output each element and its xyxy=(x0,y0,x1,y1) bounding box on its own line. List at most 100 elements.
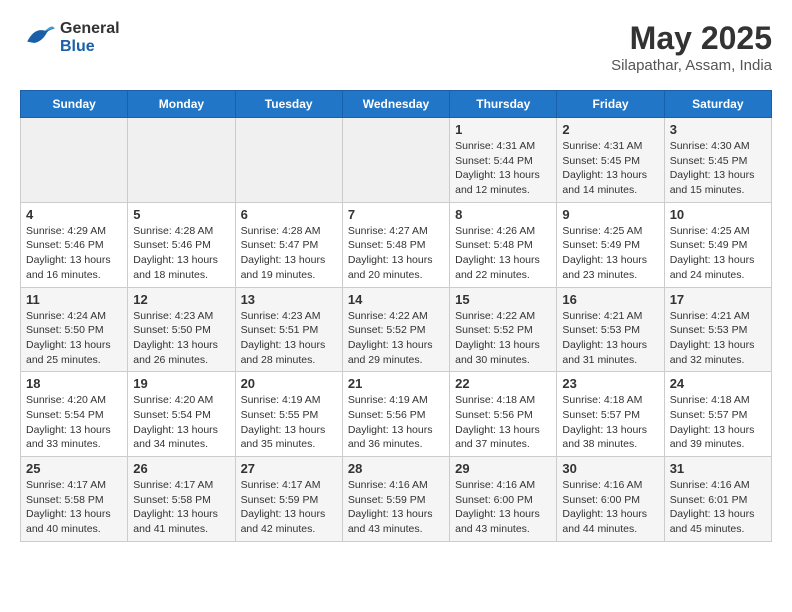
day-number: 25 xyxy=(26,461,122,476)
day-info: Sunrise: 4:16 AMSunset: 6:01 PMDaylight:… xyxy=(670,478,766,537)
calendar-cell: 16Sunrise: 4:21 AMSunset: 5:53 PMDayligh… xyxy=(557,287,664,372)
day-number: 3 xyxy=(670,122,766,137)
day-info: Sunrise: 4:28 AMSunset: 5:47 PMDaylight:… xyxy=(241,224,337,283)
day-number: 12 xyxy=(133,292,229,307)
day-info: Sunrise: 4:16 AMSunset: 5:59 PMDaylight:… xyxy=(348,478,444,537)
day-info: Sunrise: 4:29 AMSunset: 5:46 PMDaylight:… xyxy=(26,224,122,283)
day-info: Sunrise: 4:31 AMSunset: 5:44 PMDaylight:… xyxy=(455,139,551,198)
day-info: Sunrise: 4:22 AMSunset: 5:52 PMDaylight:… xyxy=(348,309,444,368)
day-number: 24 xyxy=(670,376,766,391)
calendar-cell: 4 Sunrise: 4:29 AMSunset: 5:46 PMDaylight… xyxy=(21,202,128,287)
calendar-cell: 18 Sunrise: 4:20 AMSunset: 5:54 PMDayligh… xyxy=(21,372,128,457)
day-info: Sunrise: 4:19 AMSunset: 5:56 PMDaylight:… xyxy=(348,393,444,452)
day-number: 2 xyxy=(562,122,658,137)
calendar-cell: 8 Sunrise: 4:26 AMSunset: 5:48 PMDaylight… xyxy=(450,202,557,287)
calendar-cell: 29 Sunrise: 4:16 AMSunset: 6:00 PMDayligh… xyxy=(450,457,557,542)
day-number: 7 xyxy=(348,207,444,222)
day-number: 4 xyxy=(26,207,122,222)
calendar-cell: 20 Sunrise: 4:19 AMSunset: 5:55 PMDayligh… xyxy=(235,372,342,457)
logo-blue: Blue xyxy=(60,38,120,56)
calendar-cell: 24 Sunrise: 4:18 AMSunset: 5:57 PMDayligh… xyxy=(664,372,771,457)
logo-text: General Blue xyxy=(60,20,120,55)
calendar-cell: 28Sunrise: 4:16 AMSunset: 5:59 PMDayligh… xyxy=(342,457,449,542)
day-info: Sunrise: 4:17 AMSunset: 5:58 PMDaylight:… xyxy=(133,478,229,537)
day-number: 30 xyxy=(562,461,658,476)
day-number: 5 xyxy=(133,207,229,222)
weekday-header: Tuesday xyxy=(235,91,342,118)
day-info: Sunrise: 4:19 AMSunset: 5:55 PMDaylight:… xyxy=(241,393,337,452)
calendar-cell: 21 Sunrise: 4:19 AMSunset: 5:56 PMDayligh… xyxy=(342,372,449,457)
page-header: General Blue May 2025 Silapathar, Assam,… xyxy=(20,20,772,74)
calendar-table: SundayMondayTuesdayWednesdayThursdayFrid… xyxy=(20,90,772,542)
day-info: Sunrise: 4:21 AMSunset: 5:53 PMDaylight:… xyxy=(670,309,766,368)
calendar-cell xyxy=(21,118,128,203)
day-number: 9 xyxy=(562,207,658,222)
day-info: Sunrise: 4:20 AMSunset: 5:54 PMDaylight:… xyxy=(26,393,122,452)
calendar-cell: 14Sunrise: 4:22 AMSunset: 5:52 PMDayligh… xyxy=(342,287,449,372)
day-number: 23 xyxy=(562,376,658,391)
calendar-cell: 7 Sunrise: 4:27 AMSunset: 5:48 PMDaylight… xyxy=(342,202,449,287)
day-info: Sunrise: 4:23 AMSunset: 5:51 PMDaylight:… xyxy=(241,309,337,368)
calendar-cell xyxy=(235,118,342,203)
day-info: Sunrise: 4:18 AMSunset: 5:56 PMDaylight:… xyxy=(455,393,551,452)
calendar-cell: 23 Sunrise: 4:18 AMSunset: 5:57 PMDayligh… xyxy=(557,372,664,457)
day-info: Sunrise: 4:17 AMSunset: 5:58 PMDaylight:… xyxy=(26,478,122,537)
day-info: Sunrise: 4:18 AMSunset: 5:57 PMDaylight:… xyxy=(670,393,766,452)
day-number: 20 xyxy=(241,376,337,391)
calendar-week-row: 4 Sunrise: 4:29 AMSunset: 5:46 PMDaylight… xyxy=(21,202,772,287)
day-info: Sunrise: 4:31 AMSunset: 5:45 PMDaylight:… xyxy=(562,139,658,198)
day-info: Sunrise: 4:16 AMSunset: 6:00 PMDaylight:… xyxy=(562,478,658,537)
day-info: Sunrise: 4:27 AMSunset: 5:48 PMDaylight:… xyxy=(348,224,444,283)
location: Silapathar, Assam, India xyxy=(611,57,772,74)
logo-bird-icon xyxy=(20,20,56,56)
calendar-cell: 6Sunrise: 4:28 AMSunset: 5:47 PMDaylight… xyxy=(235,202,342,287)
day-info: Sunrise: 4:26 AMSunset: 5:48 PMDaylight:… xyxy=(455,224,551,283)
calendar-cell: 2 Sunrise: 4:31 AMSunset: 5:45 PMDaylight… xyxy=(557,118,664,203)
day-number: 18 xyxy=(26,376,122,391)
day-info: Sunrise: 4:21 AMSunset: 5:53 PMDaylight:… xyxy=(562,309,658,368)
day-number: 27 xyxy=(241,461,337,476)
calendar-cell: 26Sunrise: 4:17 AMSunset: 5:58 PMDayligh… xyxy=(128,457,235,542)
day-info: Sunrise: 4:30 AMSunset: 5:45 PMDaylight:… xyxy=(670,139,766,198)
title-area: May 2025 Silapathar, Assam, India xyxy=(611,20,772,74)
day-info: Sunrise: 4:16 AMSunset: 6:00 PMDaylight:… xyxy=(455,478,551,537)
weekday-header: Monday xyxy=(128,91,235,118)
weekday-header: Friday xyxy=(557,91,664,118)
day-info: Sunrise: 4:28 AMSunset: 5:46 PMDaylight:… xyxy=(133,224,229,283)
calendar-cell: 25 Sunrise: 4:17 AMSunset: 5:58 PMDayligh… xyxy=(21,457,128,542)
day-info: Sunrise: 4:20 AMSunset: 5:54 PMDaylight:… xyxy=(133,393,229,452)
weekday-header: Saturday xyxy=(664,91,771,118)
day-info: Sunrise: 4:25 AMSunset: 5:49 PMDaylight:… xyxy=(670,224,766,283)
calendar-cell: 31Sunrise: 4:16 AMSunset: 6:01 PMDayligh… xyxy=(664,457,771,542)
calendar-cell: 22Sunrise: 4:18 AMSunset: 5:56 PMDayligh… xyxy=(450,372,557,457)
calendar-cell xyxy=(128,118,235,203)
day-info: Sunrise: 4:17 AMSunset: 5:59 PMDaylight:… xyxy=(241,478,337,537)
day-info: Sunrise: 4:24 AMSunset: 5:50 PMDaylight:… xyxy=(26,309,122,368)
calendar-week-row: 18 Sunrise: 4:20 AMSunset: 5:54 PMDayligh… xyxy=(21,372,772,457)
calendar-cell: 19 Sunrise: 4:20 AMSunset: 5:54 PMDayligh… xyxy=(128,372,235,457)
calendar-cell xyxy=(342,118,449,203)
calendar-cell: 5 Sunrise: 4:28 AMSunset: 5:46 PMDaylight… xyxy=(128,202,235,287)
day-info: Sunrise: 4:18 AMSunset: 5:57 PMDaylight:… xyxy=(562,393,658,452)
day-number: 13 xyxy=(241,292,337,307)
calendar-cell: 10Sunrise: 4:25 AMSunset: 5:49 PMDayligh… xyxy=(664,202,771,287)
day-number: 19 xyxy=(133,376,229,391)
calendar-cell: 11Sunrise: 4:24 AMSunset: 5:50 PMDayligh… xyxy=(21,287,128,372)
day-number: 1 xyxy=(455,122,551,137)
calendar-cell: 27 Sunrise: 4:17 AMSunset: 5:59 PMDayligh… xyxy=(235,457,342,542)
calendar-cell: 9 Sunrise: 4:25 AMSunset: 5:49 PMDaylight… xyxy=(557,202,664,287)
day-number: 21 xyxy=(348,376,444,391)
day-number: 8 xyxy=(455,207,551,222)
header-row: SundayMondayTuesdayWednesdayThursdayFrid… xyxy=(21,91,772,118)
day-info: Sunrise: 4:25 AMSunset: 5:49 PMDaylight:… xyxy=(562,224,658,283)
calendar-cell: 3 Sunrise: 4:30 AMSunset: 5:45 PMDaylight… xyxy=(664,118,771,203)
weekday-header: Wednesday xyxy=(342,91,449,118)
day-info: Sunrise: 4:23 AMSunset: 5:50 PMDaylight:… xyxy=(133,309,229,368)
day-number: 29 xyxy=(455,461,551,476)
calendar-cell: 17 Sunrise: 4:21 AMSunset: 5:53 PMDayligh… xyxy=(664,287,771,372)
calendar-cell: 30 Sunrise: 4:16 AMSunset: 6:00 PMDayligh… xyxy=(557,457,664,542)
weekday-header: Thursday xyxy=(450,91,557,118)
day-number: 17 xyxy=(670,292,766,307)
calendar-cell: 13 Sunrise: 4:23 AMSunset: 5:51 PMDayligh… xyxy=(235,287,342,372)
calendar-cell: 15Sunrise: 4:22 AMSunset: 5:52 PMDayligh… xyxy=(450,287,557,372)
